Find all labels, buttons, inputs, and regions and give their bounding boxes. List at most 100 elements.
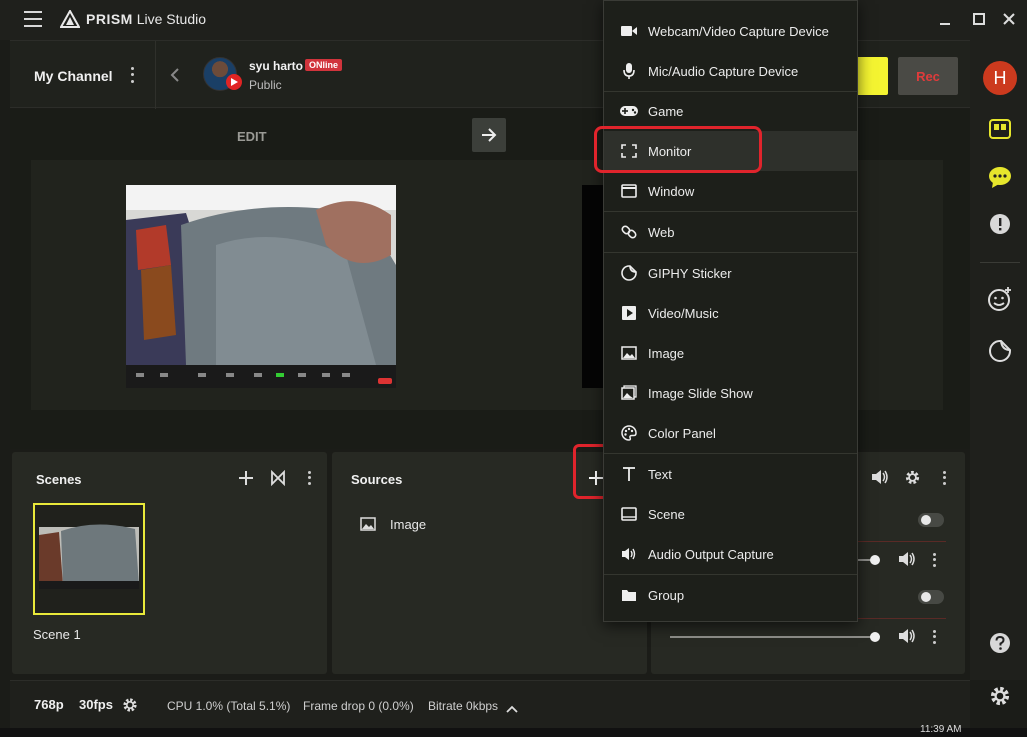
output-settings-icon[interactable] (122, 697, 138, 718)
menu-item-audio-output[interactable]: Audio Output Capture (604, 534, 857, 574)
menu-item-label: Game (648, 103, 684, 119)
sticker-icon[interactable] (988, 339, 1012, 368)
add-source-menu: Webcam/Video Capture Device Mic/Audio Ca… (603, 0, 858, 622)
sources-title: Sources (351, 472, 403, 487)
scenes-title: Scenes (36, 472, 82, 487)
resolution-label: 768p (34, 697, 64, 712)
menu-item-text[interactable]: Text (604, 454, 857, 494)
sticker-icon (620, 264, 638, 282)
menu-item-label: Color Panel (648, 425, 716, 441)
menu-item-label: Mic/Audio Capture Device (648, 63, 799, 79)
window-icon (620, 182, 638, 200)
scenes-more-icon[interactable] (306, 470, 312, 486)
rec-button[interactable]: Rec (898, 57, 958, 95)
apply-to-live-button[interactable] (472, 118, 506, 152)
channel-more-icon[interactable] (931, 629, 937, 645)
level-meter (858, 541, 946, 542)
menu-item-webcam[interactable]: Webcam/Video Capture Device (604, 11, 857, 51)
menu-item-video[interactable]: Video/Music (604, 293, 857, 333)
chevron-left-icon[interactable] (168, 67, 182, 83)
mute-toggle[interactable] (918, 513, 944, 527)
menu-item-label: Webcam/Video Capture Device (648, 23, 829, 39)
menu-item-giphy[interactable]: GIPHY Sticker (604, 253, 857, 293)
fps-label: 30fps (79, 697, 113, 712)
volume-slider-knob[interactable] (870, 555, 880, 565)
hamburger-menu-icon[interactable] (24, 11, 42, 27)
bitrate: Bitrate 0kbps (428, 699, 499, 713)
privacy-status: Public (249, 78, 282, 92)
source-item[interactable]: Image (360, 514, 560, 534)
menu-item-label: Image (648, 345, 685, 361)
menu-item-mic[interactable]: Mic/Audio Capture Device (604, 51, 857, 91)
user-name: syu harto (249, 59, 304, 73)
text-icon (620, 465, 638, 483)
menu-item-label: Text (648, 466, 672, 482)
link-icon (620, 223, 638, 241)
cpu-usage: CPU 1.0% (Total 5.1%) (167, 699, 291, 713)
volume-icon[interactable] (898, 628, 916, 649)
play-icon (620, 304, 638, 322)
minimize-icon[interactable] (936, 10, 954, 28)
settings-icon[interactable] (989, 685, 1011, 712)
palette-icon (620, 424, 638, 442)
volume-icon[interactable] (871, 469, 889, 490)
level-meter (858, 618, 946, 619)
menu-item-game[interactable]: Game (604, 91, 857, 131)
rail-divider (980, 262, 1020, 263)
image-icon (620, 344, 638, 362)
alert-icon[interactable] (989, 213, 1011, 240)
online-badge: ONline (305, 59, 343, 71)
close-icon[interactable] (1000, 10, 1018, 28)
menu-item-label: Web (648, 224, 675, 240)
volume-icon[interactable] (898, 551, 916, 572)
monitor-highlight (594, 126, 762, 173)
menu-item-window[interactable]: Window (604, 171, 857, 211)
scene-label[interactable]: Scene 1 (33, 627, 81, 642)
frame-drop: Frame drop 0 (0.0%) (303, 699, 414, 713)
go-live-button[interactable] (856, 57, 888, 95)
folder-icon (620, 586, 638, 604)
transition-icon[interactable] (270, 469, 286, 491)
edit-preview-video[interactable] (126, 185, 396, 388)
help-icon[interactable] (989, 632, 1011, 659)
mixer-more-icon[interactable] (941, 470, 947, 486)
os-taskbar: 11:39 AM (0, 724, 1027, 737)
chat-icon[interactable] (988, 166, 1012, 193)
menu-item-label: GIPHY Sticker (648, 265, 732, 281)
status-bar: 768p 30fps CPU 1.0% (Total 5.1%) Frame d… (10, 680, 970, 730)
image-icon (360, 517, 376, 531)
edit-label: EDIT (237, 129, 267, 144)
menu-item-scene[interactable]: Scene (604, 494, 857, 534)
scene-thumbnail[interactable] (33, 503, 145, 615)
scene-icon (620, 505, 638, 523)
mixer-settings-icon[interactable] (904, 469, 921, 491)
menu-item-label: Video/Music (648, 305, 719, 321)
menu-item-color-panel[interactable]: Color Panel (604, 413, 857, 453)
youtube-icon (226, 74, 242, 90)
slideshow-icon (620, 384, 638, 402)
user-avatar[interactable]: H (983, 61, 1017, 95)
app-title: PRISM Live Studio (86, 11, 206, 27)
menu-item-web[interactable]: Web (604, 212, 857, 252)
source-item-label: Image (390, 516, 427, 532)
layout-icon[interactable] (989, 119, 1011, 144)
chevron-up-icon[interactable] (506, 700, 518, 718)
channel-more-icon[interactable] (128, 65, 136, 85)
prism-logo-icon (60, 10, 80, 28)
add-scene-icon[interactable] (238, 470, 254, 491)
volume-slider-track[interactable] (670, 636, 878, 638)
emoji-add-icon[interactable] (987, 286, 1013, 317)
gamepad-icon (620, 102, 638, 120)
maximize-icon[interactable] (970, 10, 988, 28)
menu-item-image[interactable]: Image (604, 333, 857, 373)
app-brand: PRISM (86, 11, 133, 27)
speaker-icon (620, 545, 638, 563)
webcam-icon (620, 22, 638, 40)
menu-item-group[interactable]: Group (604, 575, 857, 615)
menu-item-slideshow[interactable]: Image Slide Show (604, 373, 857, 413)
taskbar-clock: 11:39 AM (920, 724, 962, 735)
mute-toggle[interactable] (918, 590, 944, 604)
volume-slider-knob[interactable] (870, 632, 880, 642)
menu-item-label: Window (648, 183, 695, 199)
channel-more-icon[interactable] (931, 552, 937, 568)
